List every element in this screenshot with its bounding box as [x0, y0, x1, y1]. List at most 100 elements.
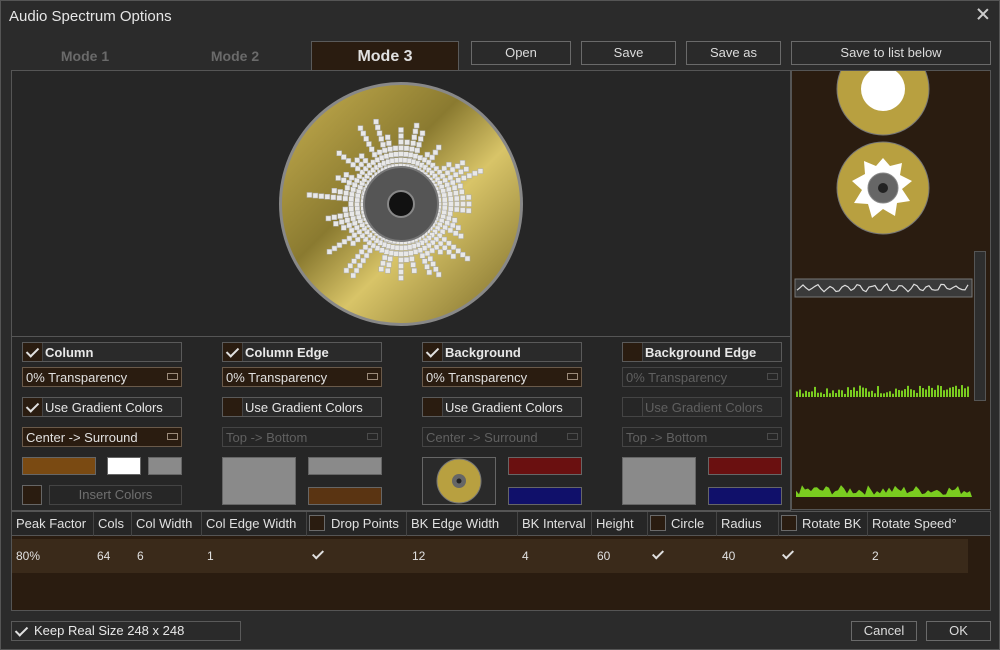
background-edge-direction-select[interactable]: Top -> Bottom [622, 427, 782, 447]
spectrum-segment [363, 135, 369, 142]
cell-col-width[interactable]: 6 [137, 549, 144, 563]
column-edge-checkbox[interactable]: Column Edge [222, 342, 382, 362]
background-image-swatch[interactable] [422, 457, 496, 505]
spectrum-segment [426, 269, 433, 276]
cell-bk-interval[interactable]: 4 [522, 549, 529, 563]
column-direction-select[interactable]: Center -> Surround [22, 427, 182, 447]
spectrum-bar [865, 388, 867, 397]
preset-thumb-3[interactable] [794, 278, 973, 298]
spectrum-segment [455, 248, 461, 254]
background-edge-color-2[interactable] [708, 457, 782, 475]
column-color-2[interactable] [107, 457, 141, 475]
background-gradient-checkbox[interactable]: Use Gradient Colors [422, 397, 582, 417]
spectrum-bar [838, 389, 840, 397]
save-button[interactable]: Save [581, 41, 676, 65]
background-color-2[interactable] [508, 457, 582, 475]
spectrum-segment [378, 266, 385, 272]
column-checkbox[interactable]: Column [22, 342, 182, 362]
spectrum-segment [350, 215, 356, 222]
checkbox-icon [23, 343, 43, 361]
spectrum-segment [383, 249, 390, 255]
close-icon[interactable] [975, 6, 991, 22]
spectrum-segment [345, 158, 352, 164]
open-button[interactable]: Open [471, 41, 571, 65]
spectrum-segment [343, 172, 350, 178]
preset-thumb-4[interactable] [796, 385, 969, 397]
column-transparency-select[interactable]: 0% Transparency [22, 367, 182, 387]
cell-cols[interactable]: 64 [97, 549, 110, 563]
background-color-3[interactable] [508, 487, 582, 505]
cell-rotate-bk-checkbox[interactable] [781, 548, 795, 562]
cell-col-edge-width[interactable]: 1 [207, 549, 214, 563]
circle-header-checkbox[interactable] [650, 515, 666, 531]
preset-list-panel[interactable] [791, 70, 991, 510]
rotate-bk-header-checkbox[interactable] [781, 515, 797, 531]
spectrum-segment [398, 257, 404, 263]
spectrum-segment [430, 261, 436, 267]
spectrum-segment [350, 186, 356, 193]
spectrum-segment [429, 247, 435, 254]
spectrum-segment [335, 175, 341, 181]
background-edge-gradient-checkbox[interactable]: Use Gradient Colors [622, 397, 782, 417]
column-color-3[interactable] [148, 457, 182, 475]
spectrum-segment [346, 179, 353, 186]
spectrum-bar [952, 386, 954, 397]
spectrum-segment [362, 157, 369, 164]
tab-mode-3[interactable]: Mode 3 [311, 41, 459, 71]
column-edge-color-3[interactable] [308, 487, 382, 505]
cell-radius[interactable]: 40 [722, 549, 735, 563]
spectrum-segment [383, 153, 390, 159]
background-checkbox[interactable]: Background [422, 342, 582, 362]
ok-button[interactable]: OK [926, 621, 991, 641]
column-edge-gradient-checkbox[interactable]: Use Gradient Colors [222, 397, 382, 417]
tab-mode-1[interactable]: Mode 1 [11, 41, 159, 71]
preset-list-scrollbar[interactable] [974, 251, 986, 401]
cell-circle-checkbox[interactable] [651, 548, 665, 562]
background-edge-color-main[interactable] [622, 457, 696, 505]
spectrum-segment [449, 179, 456, 186]
cell-bk-edge-width[interactable]: 12 [412, 549, 425, 563]
background-edge-color-3[interactable] [708, 487, 782, 505]
save-as-button[interactable]: Save as [686, 41, 781, 65]
cell-peak-factor[interactable]: 80% [16, 549, 40, 563]
column-gradient-checkbox[interactable]: Use Gradient Colors [22, 397, 182, 417]
background-transparency-select[interactable]: 0% Transparency [422, 367, 582, 387]
column-edge-direction-select[interactable]: Top -> Bottom [222, 427, 382, 447]
spectrum-segment [403, 251, 409, 257]
tab-mode-2[interactable]: Mode 2 [161, 41, 309, 71]
background-direction-select[interactable]: Center -> Surround [422, 427, 582, 447]
spectrum-segment [448, 201, 454, 207]
column-edge-transparency-select[interactable]: 0% Transparency [222, 367, 382, 387]
cell-height[interactable]: 60 [597, 549, 610, 563]
cell-drop-points-checkbox[interactable] [311, 548, 325, 562]
preset-thumb-2[interactable] [836, 141, 930, 235]
cell-rotate-speed[interactable]: 2 [872, 549, 879, 563]
spectrum-bar [961, 385, 963, 397]
save-to-list-button[interactable]: Save to list below [791, 41, 991, 65]
drop-points-header-checkbox[interactable] [309, 515, 325, 531]
spectrum-segment [429, 154, 435, 161]
spectrum-segment [465, 194, 472, 201]
column-edge-color-2[interactable] [308, 457, 382, 475]
keep-real-size-checkbox[interactable]: Keep Real Size 248 x 248 [11, 621, 241, 641]
insert-colors-button[interactable]: Insert Colors [49, 485, 182, 505]
header-rotate-bk: Rotate BK [798, 512, 868, 536]
spectrum-segment [446, 215, 452, 222]
spectrum-segment [398, 139, 404, 145]
spectrum-segment [306, 192, 313, 198]
spectrum-segment [380, 260, 386, 267]
spectrum-segment [357, 125, 364, 131]
cancel-button[interactable]: Cancel [851, 621, 917, 641]
column-color-1[interactable] [22, 457, 96, 475]
spectrum-segment [341, 154, 347, 160]
table-row[interactable]: 80% 64 6 1 12 4 60 40 2 [12, 539, 968, 573]
preset-thumb-1[interactable] [836, 71, 930, 136]
background-edge-checkbox[interactable]: Background Edge [622, 342, 782, 362]
spectrum-bar [808, 391, 810, 397]
spectrum-bar [889, 391, 891, 397]
insert-color-swatch[interactable] [22, 485, 42, 505]
preset-thumb-5[interactable] [796, 485, 972, 497]
spectrum-segment [393, 251, 399, 257]
column-edge-color-main[interactable] [222, 457, 296, 505]
background-edge-transparency-select[interactable]: 0% Transparency [622, 367, 782, 387]
